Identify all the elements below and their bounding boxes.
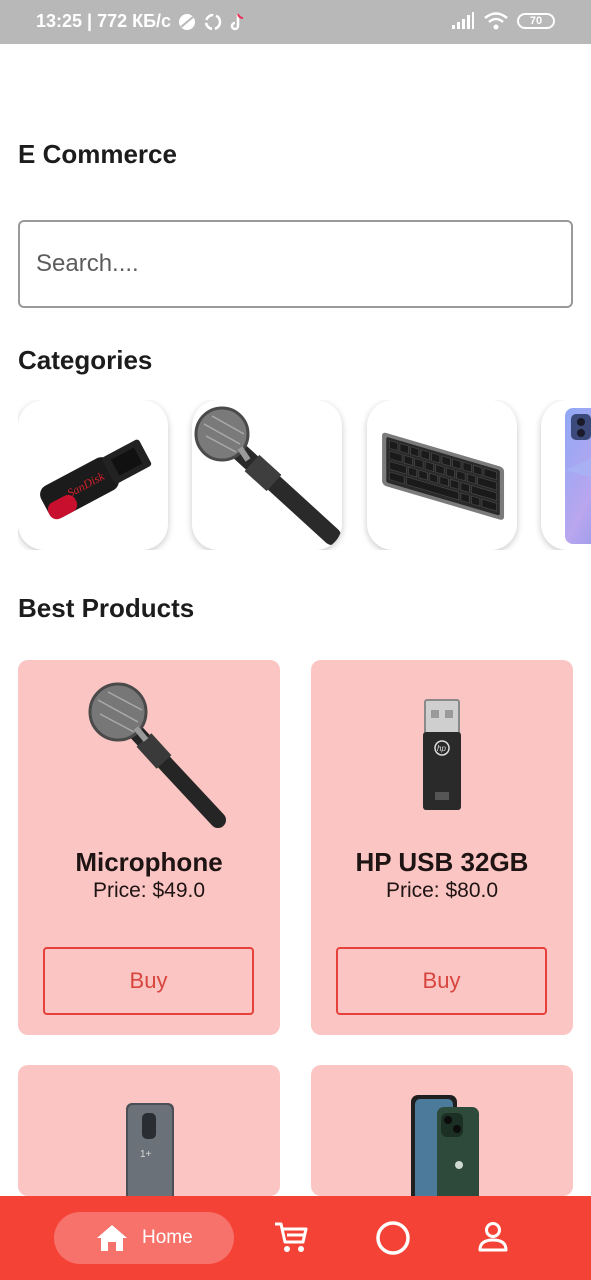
category-keyboard[interactable] xyxy=(367,400,517,550)
page-title: E Commerce xyxy=(18,139,177,169)
category-microphone[interactable] xyxy=(192,400,342,550)
microphone-image xyxy=(194,406,341,545)
usb-drive-image: SanDisk xyxy=(40,439,152,520)
category-smartphone[interactable] xyxy=(541,400,591,550)
product-price: Price: $80.0 xyxy=(385,879,499,902)
status-left: 13:25 | 772 КБ/с xyxy=(36,11,247,32)
iphone-green-image xyxy=(411,1095,479,1196)
product-card: Microphone Price: $49.0 Buy xyxy=(18,660,280,1035)
nav-home-button[interactable]: Home xyxy=(54,1212,234,1264)
product-name: Microphone xyxy=(75,847,223,877)
circle-icon[interactable] xyxy=(375,1220,411,1256)
keyboard-image xyxy=(382,432,505,520)
categories-heading: Categories xyxy=(18,345,153,375)
phone-image xyxy=(565,408,591,544)
category-usb-drive[interactable]: SanDisk xyxy=(18,400,168,550)
oneplus-phone-image: 1+ xyxy=(126,1103,174,1196)
search-input[interactable] xyxy=(20,222,571,306)
buy-button[interactable]: Buy xyxy=(336,947,547,1015)
microphone-image xyxy=(88,682,226,828)
search-box[interactable] xyxy=(18,220,573,308)
categories-list[interactable]: SanDisk xyxy=(18,400,591,550)
sync-icon xyxy=(204,13,222,30)
status-time: 13:25 | 772 КБ/с xyxy=(36,11,172,31)
cart-icon[interactable] xyxy=(273,1220,309,1254)
product-card: 1+ xyxy=(18,1065,280,1196)
profile-icon[interactable] xyxy=(476,1220,510,1254)
usb-drive-image: hp xyxy=(423,699,461,810)
product-name: HP USB 32GB xyxy=(355,847,529,877)
product-card: hp HP USB 32GB Price: $80.0 Buy xyxy=(311,660,573,1035)
bottom-nav: Home xyxy=(0,1196,591,1280)
status-right: 70 xyxy=(451,11,555,31)
vpn-icon xyxy=(179,13,196,30)
product-price: Price: $49.0 xyxy=(92,879,206,902)
svg-text:1+: 1+ xyxy=(140,1149,152,1160)
tiktok-icon xyxy=(230,13,244,30)
buy-button[interactable]: Buy xyxy=(43,947,254,1015)
product-card xyxy=(311,1065,573,1196)
status-bar: 13:25 | 772 КБ/с 70 xyxy=(0,0,591,44)
wifi-icon xyxy=(484,12,508,30)
nav-home-label: Home xyxy=(142,1227,193,1248)
signal-icon xyxy=(452,12,474,29)
best-products-heading: Best Products xyxy=(18,593,195,623)
battery-icon: 70 xyxy=(517,13,555,29)
svg-text:hp: hp xyxy=(437,744,446,753)
home-icon xyxy=(97,1225,127,1251)
